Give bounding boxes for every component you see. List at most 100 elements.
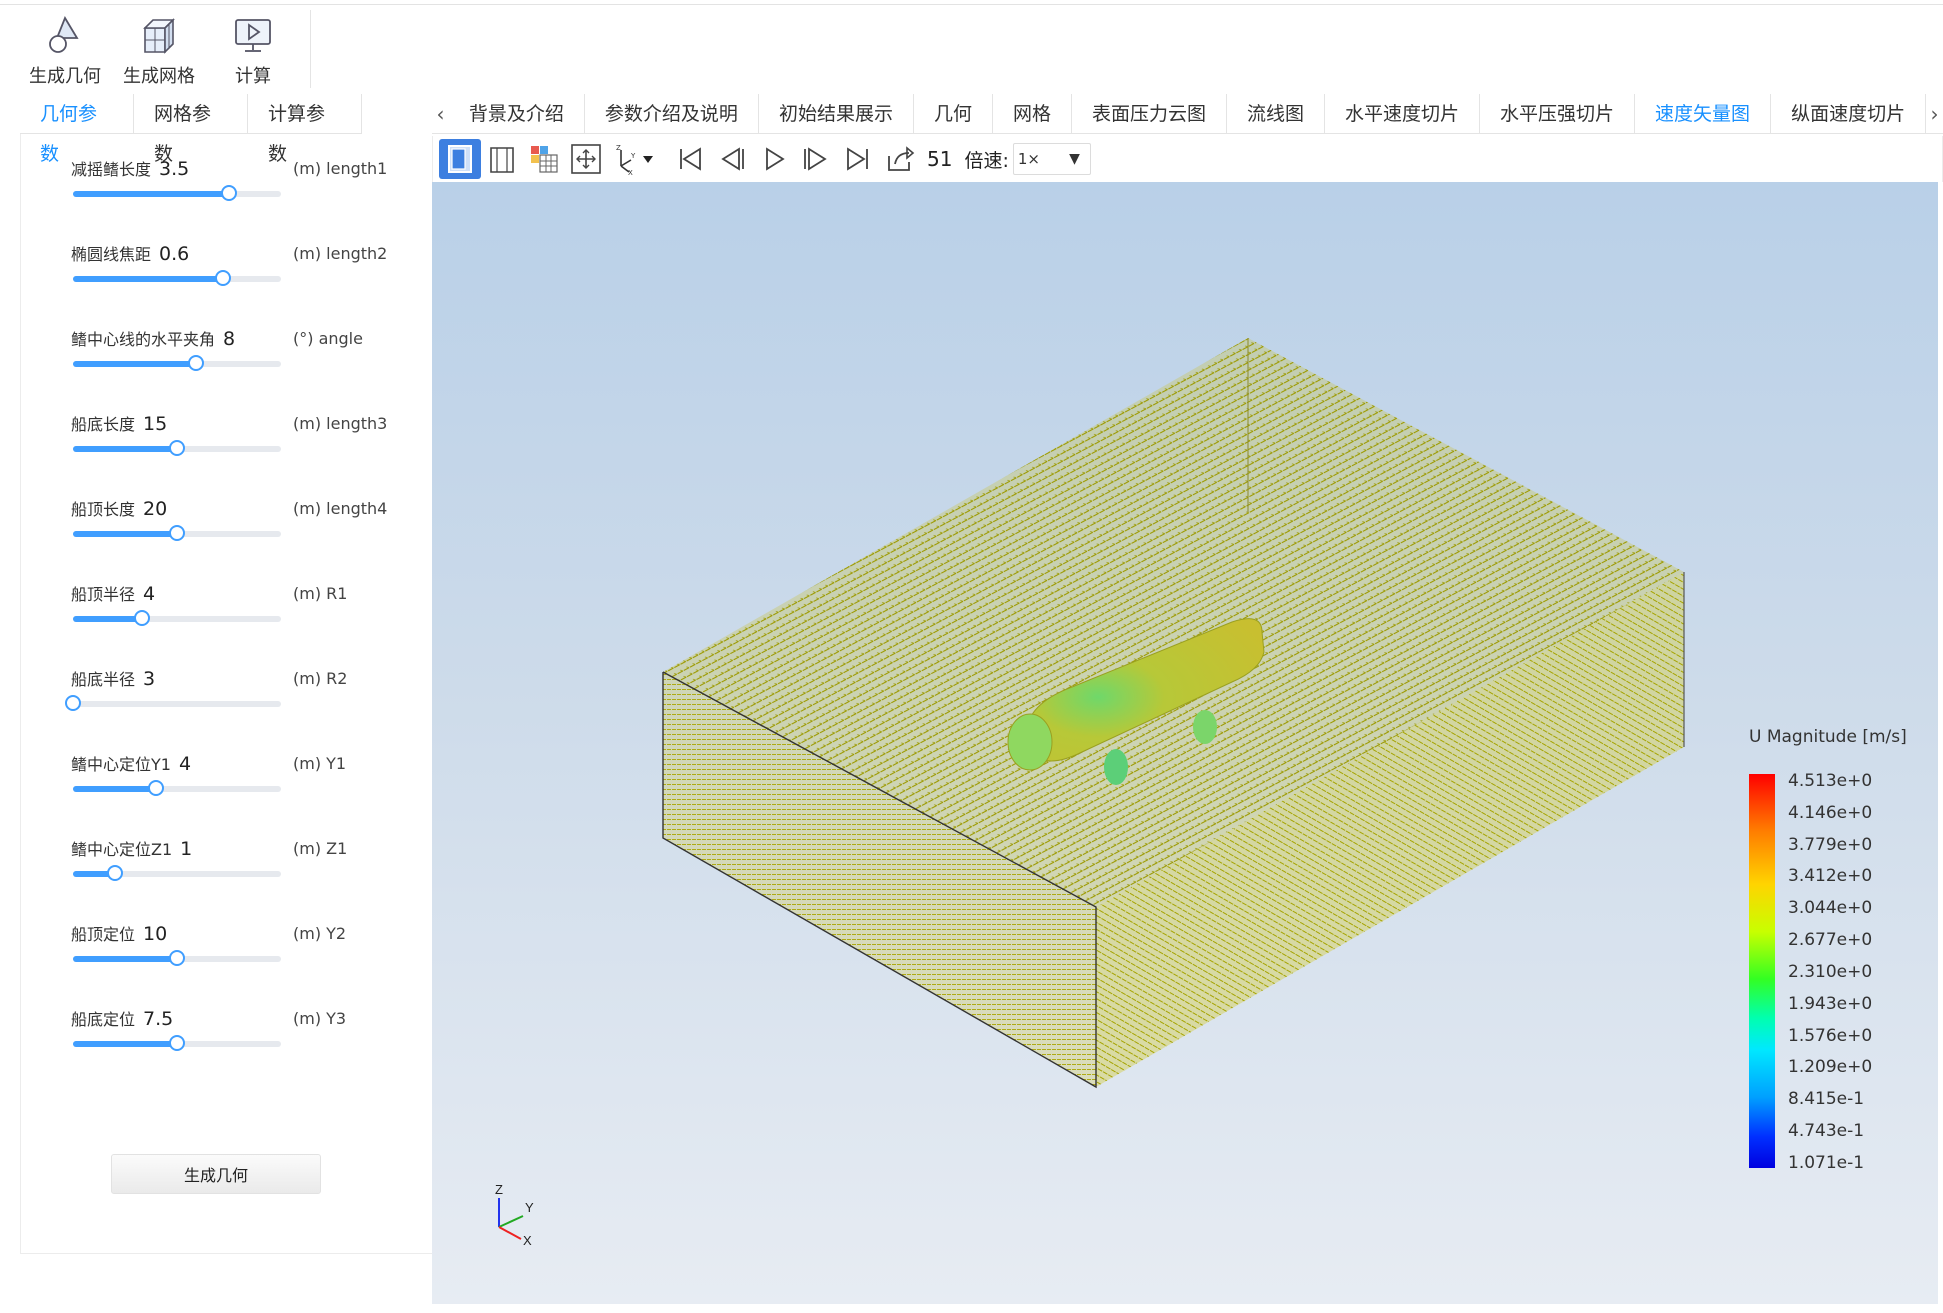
tab-horizontal-velocity[interactable]: 水平速度切片 (1325, 93, 1481, 134)
slider-track[interactable] (73, 1035, 281, 1051)
slider-handle[interactable] (65, 695, 81, 711)
export-button[interactable] (879, 139, 921, 179)
slider-track[interactable] (73, 355, 281, 371)
param-unit: (m) Y2 (293, 924, 347, 943)
slider-handle[interactable] (169, 440, 185, 456)
vector-field-scene (662, 338, 1685, 1089)
legend-title: U Magnitude [m/s] (1749, 727, 1907, 747)
param-slider-row: 鳍中心定位Z1 1 (m) Z1 (71, 836, 401, 896)
view-outline-button[interactable] (481, 139, 523, 179)
param-slider-row: 船底长度 15 (m) length3 (71, 411, 401, 471)
last-frame-button[interactable] (837, 139, 879, 179)
generate-mesh-button[interactable]: 生成网格 (112, 10, 206, 88)
tab-surface-pressure[interactable]: 表面压力云图 (1072, 93, 1227, 134)
fit-view-button[interactable] (565, 139, 607, 179)
svg-text:X: X (628, 169, 633, 176)
view-mesh-button[interactable] (523, 139, 565, 179)
slider-fill (73, 191, 229, 197)
legend-label: 2.677e+0 (1788, 930, 1873, 951)
param-name: 鳍中心定位Z1 (71, 840, 173, 859)
compute-button[interactable]: 计算 (206, 10, 300, 88)
tab-mesh-params[interactable]: 网格参数 (134, 94, 248, 165)
tab-geometry-params[interactable]: 几何参数 (20, 94, 134, 165)
param-unit: (m) R2 (293, 669, 348, 688)
param-label: 船顶半径 4 (71, 581, 155, 605)
tab-background[interactable]: 背景及介绍 (449, 93, 585, 134)
slider-handle[interactable] (221, 185, 237, 201)
param-value: 15 (143, 413, 168, 435)
slider-handle[interactable] (187, 355, 204, 371)
legend-label: 4.513e+0 (1788, 771, 1873, 791)
mesh-view-icon (531, 146, 558, 173)
view-single-button[interactable] (439, 139, 481, 179)
param-name: 船顶长度 (71, 500, 136, 519)
param-name: 减摇鳍长度 (71, 160, 152, 179)
legend-label: 1.943e+0 (1788, 993, 1873, 1014)
tab-mesh[interactable]: 网格 (993, 93, 1072, 134)
slider-handle[interactable] (169, 1035, 185, 1051)
slider-track[interactable] (73, 610, 281, 626)
tab-initial-results[interactable]: 初始结果展示 (759, 93, 914, 134)
generate-geometry-submit-button[interactable]: 生成几何 (111, 1154, 321, 1194)
next-frame-button[interactable] (795, 139, 837, 179)
tab-horizontal-pressure[interactable]: 水平压强切片 (1480, 93, 1636, 134)
axis-view-dropdown[interactable]: Z Y X (607, 139, 659, 179)
slider-fill (73, 276, 223, 282)
viewer-toolbar: Z Y X 51 倍速: 1× ▼ (432, 136, 1943, 182)
previous-frame-button[interactable] (711, 139, 753, 179)
slider-handle[interactable] (148, 780, 165, 796)
slider-fill (73, 956, 177, 962)
slider-handle[interactable] (214, 270, 231, 286)
tabs-scroll-right-icon[interactable]: › (1926, 94, 1943, 134)
fit-view-icon (571, 144, 601, 174)
legend-label: 4.146e+0 (1788, 802, 1873, 823)
play-button[interactable] (753, 139, 795, 179)
speed-select[interactable]: 1× ▼ (1012, 143, 1091, 175)
param-value: 0.6 (159, 243, 190, 265)
slider-handle[interactable] (133, 610, 150, 626)
tab-streamlines[interactable]: 流线图 (1227, 93, 1326, 134)
tab-param-intro[interactable]: 参数介绍及说明 (585, 93, 759, 134)
param-slider-row: 船顶定位 10 (m) Y2 (71, 921, 401, 981)
tab-geometry[interactable]: 几何 (914, 93, 993, 134)
slider-track[interactable] (65, 695, 281, 711)
param-slider-row: 减摇鳍长度 3.5 (m) length1 (71, 156, 401, 216)
toolbar-label: 生成网格 (123, 66, 195, 87)
param-name: 椭圆线焦距 (71, 245, 152, 264)
param-slider-row: 船底半径 3 (m) R2 (65, 666, 401, 726)
generate-geometry-button[interactable]: 生成几何 (18, 10, 112, 88)
tabs-scroll-left-icon[interactable]: ‹ (432, 94, 449, 134)
slider-track[interactable] (73, 865, 281, 881)
tab-compute-params[interactable]: 计算参数 (248, 94, 362, 165)
tab-velocity-vectors[interactable]: 速度矢量图 (1635, 93, 1772, 134)
param-slider-row: 鳍中心线的水平夹角 8 (°) angle (71, 326, 401, 386)
param-unit: (m) Z1 (293, 839, 348, 858)
play-icon (766, 147, 785, 171)
param-value: 1 (180, 838, 193, 860)
toolbar-label: 计算 (235, 66, 271, 87)
slider-track[interactable] (73, 185, 281, 201)
tab-vertical-velocity[interactable]: 纵面速度切片 (1771, 93, 1927, 134)
slider-track[interactable] (73, 780, 281, 796)
3d-viewport[interactable]: U Magnitude [m/s] 4.513e+0 4.146e+0 3.77… (432, 182, 1938, 1304)
param-name: 船底定位 (71, 1010, 136, 1029)
slider-fill (73, 361, 196, 367)
param-unit: (m) length3 (293, 414, 388, 433)
slider-handle[interactable] (169, 950, 185, 966)
chevron-down-icon: ▼ (1069, 151, 1080, 167)
param-label: 鳍中心线的水平夹角 8 (71, 326, 235, 350)
skip-end-icon (847, 147, 868, 171)
param-label: 船底定位 7.5 (71, 1006, 173, 1030)
single-view-icon (448, 145, 472, 173)
first-frame-button[interactable] (669, 139, 711, 179)
slider-fill (73, 786, 157, 792)
slider-track[interactable] (73, 440, 281, 456)
legend-label: 4.743e-1 (1788, 1121, 1865, 1142)
param-unit: (m) length1 (293, 159, 388, 178)
slider-track[interactable] (73, 525, 281, 541)
axes-dropdown-icon: Z Y X (616, 144, 653, 176)
slider-handle[interactable] (106, 865, 123, 881)
slider-handle[interactable] (169, 525, 185, 541)
slider-track[interactable] (73, 950, 281, 966)
slider-track[interactable] (73, 270, 281, 286)
